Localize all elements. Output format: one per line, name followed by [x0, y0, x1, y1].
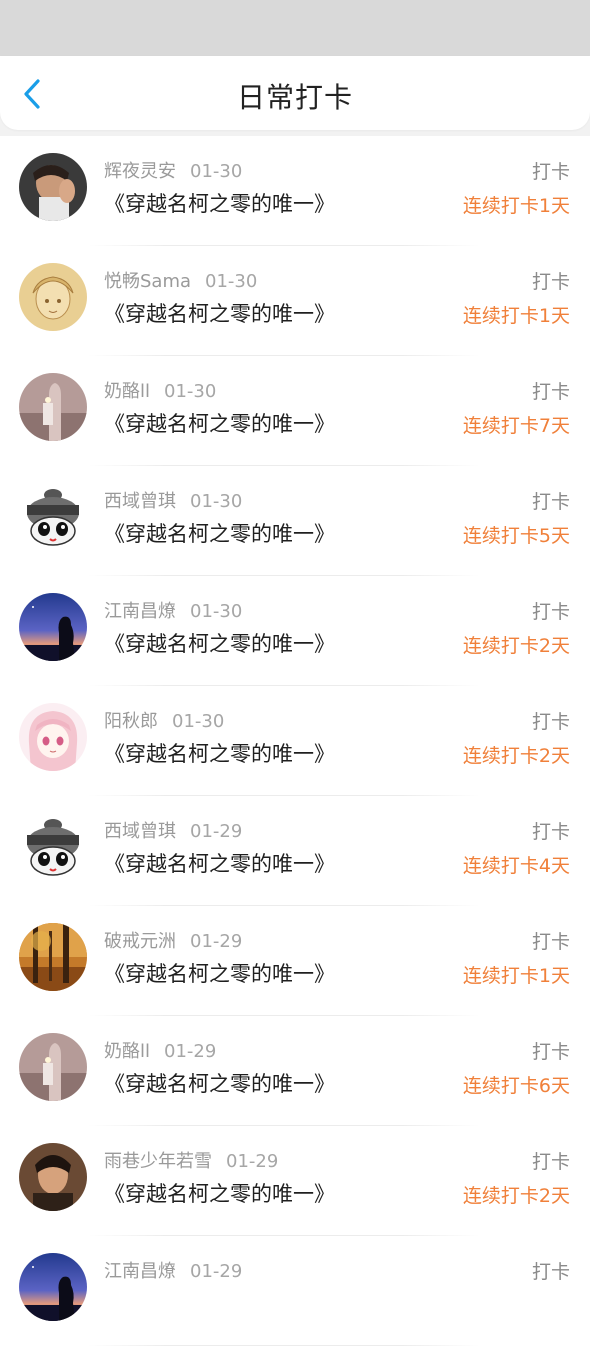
checkin-date: 01-30: [190, 161, 243, 182]
checkin-date: 01-30: [190, 491, 243, 512]
user-meta: 江南昌燎 01-29: [104, 1257, 242, 1283]
username[interactable]: 雨巷少年若雪: [104, 1151, 212, 1172]
book-title[interactable]: 《穿越名柯之零的唯一》: [104, 958, 335, 988]
username[interactable]: 奶酪ll: [104, 1041, 150, 1062]
avatar[interactable]: [19, 483, 87, 551]
checkin-list: 辉夜灵安 01-30 《穿越名柯之零的唯一》 打卡 连续打卡1天 悦畅Sama 01…: [0, 136, 590, 1346]
top-nav-bar: 日常打卡: [0, 56, 590, 130]
checkin-label: 打卡: [531, 271, 570, 293]
streak-label: 连续打卡2天: [462, 635, 570, 657]
book-title[interactable]: 《穿越名柯之零的唯一》: [104, 628, 335, 658]
checkin-list-item[interactable]: 西域曾琪 01-29 《穿越名柯之零的唯一》 打卡 连续打卡4天: [0, 796, 590, 906]
avatar[interactable]: [19, 923, 87, 991]
avatar[interactable]: [19, 1033, 87, 1101]
checkin-list-item[interactable]: 悦畅Sama 01-30 《穿越名柯之零的唯一》 打卡 连续打卡1天: [0, 246, 590, 356]
book-title[interactable]: 《穿越名柯之零的唯一》: [104, 408, 335, 438]
user-meta: 破戒元洲 01-29: [104, 927, 242, 953]
book-title[interactable]: 《穿越名柯之零的唯一》: [104, 188, 335, 218]
checkin-list-item[interactable]: 奶酪ll 01-30 《穿越名柯之零的唯一》 打卡 连续打卡7天: [0, 356, 590, 466]
book-title[interactable]: 《穿越名柯之零的唯一》: [104, 848, 335, 878]
checkin-label: 打卡: [531, 381, 570, 403]
status-bar: [0, 0, 590, 56]
user-meta: 辉夜灵安 01-30: [104, 157, 242, 183]
user-meta: 西域曾琪 01-29: [104, 817, 242, 843]
checkin-list-item[interactable]: 江南昌燎 01-29 打卡: [0, 1236, 590, 1346]
checkin-date: 01-30: [205, 271, 258, 292]
user-meta: 雨巷少年若雪 01-29: [104, 1147, 278, 1173]
username[interactable]: 破戒元洲: [104, 931, 176, 952]
username[interactable]: 江南昌燎: [104, 601, 176, 622]
avatar[interactable]: [19, 153, 87, 221]
checkin-list-item[interactable]: 雨巷少年若雪 01-29 《穿越名柯之零的唯一》 打卡 连续打卡2天: [0, 1126, 590, 1236]
streak-label: 连续打卡5天: [462, 525, 570, 547]
username[interactable]: 江南昌燎: [104, 1261, 176, 1282]
username[interactable]: 西域曾琪: [104, 491, 176, 512]
streak-label: 连续打卡1天: [462, 305, 570, 327]
checkin-label: 打卡: [531, 821, 570, 843]
streak-label: 连续打卡4天: [462, 855, 570, 877]
streak-label: 连续打卡6天: [462, 1075, 570, 1097]
user-meta: 悦畅Sama 01-30: [104, 267, 257, 293]
user-meta: 阳秋郎 01-30: [104, 707, 224, 733]
username[interactable]: 悦畅Sama: [104, 271, 191, 292]
book-title[interactable]: 《穿越名柯之零的唯一》: [104, 738, 335, 768]
checkin-date: 01-29: [190, 821, 243, 842]
checkin-date: 01-30: [172, 711, 225, 732]
streak-label: 连续打卡2天: [462, 1185, 570, 1207]
streak-label: 连续打卡1天: [462, 195, 570, 217]
checkin-list-item[interactable]: 江南昌燎 01-30 《穿越名柯之零的唯一》 打卡 连续打卡2天: [0, 576, 590, 686]
streak-label: 连续打卡1天: [462, 965, 570, 987]
book-title[interactable]: 《穿越名柯之零的唯一》: [104, 1178, 335, 1208]
user-meta: 奶酪ll 01-29: [104, 1037, 216, 1063]
checkin-label: 打卡: [531, 161, 570, 183]
checkin-list-item[interactable]: 辉夜灵安 01-30 《穿越名柯之零的唯一》 打卡 连续打卡1天: [0, 136, 590, 246]
checkin-date: 01-29: [190, 1261, 243, 1282]
user-meta: 西域曾琪 01-30: [104, 487, 242, 513]
avatar[interactable]: [19, 813, 87, 881]
book-title[interactable]: 《穿越名柯之零的唯一》: [104, 298, 335, 328]
username[interactable]: 奶酪ll: [104, 381, 150, 402]
avatar[interactable]: [19, 593, 87, 661]
streak-label: 连续打卡2天: [462, 745, 570, 767]
checkin-date: 01-29: [226, 1151, 279, 1172]
checkin-date: 01-29: [164, 1041, 217, 1062]
avatar[interactable]: [19, 703, 87, 771]
username[interactable]: 阳秋郎: [104, 711, 158, 732]
username[interactable]: 辉夜灵安: [104, 161, 176, 182]
checkin-list-item[interactable]: 破戒元洲 01-29 《穿越名柯之零的唯一》 打卡 连续打卡1天: [0, 906, 590, 1016]
avatar[interactable]: [19, 373, 87, 441]
avatar[interactable]: [19, 1253, 87, 1321]
checkin-label: 打卡: [531, 491, 570, 513]
checkin-list-item[interactable]: 奶酪ll 01-29 《穿越名柯之零的唯一》 打卡 连续打卡6天: [0, 1016, 590, 1126]
checkin-label: 打卡: [531, 601, 570, 623]
username[interactable]: 西域曾琪: [104, 821, 176, 842]
checkin-label: 打卡: [531, 1151, 570, 1173]
streak-label: 连续打卡7天: [462, 415, 570, 437]
checkin-date: 01-30: [164, 381, 217, 402]
checkin-label: 打卡: [531, 1041, 570, 1063]
checkin-date: 01-29: [190, 931, 243, 952]
avatar[interactable]: [19, 263, 87, 331]
checkin-list-item[interactable]: 西域曾琪 01-30 《穿越名柯之零的唯一》 打卡 连续打卡5天: [0, 466, 590, 576]
user-meta: 奶酪ll 01-30: [104, 377, 216, 403]
book-title[interactable]: 《穿越名柯之零的唯一》: [104, 518, 335, 548]
checkin-list-item[interactable]: 阳秋郎 01-30 《穿越名柯之零的唯一》 打卡 连续打卡2天: [0, 686, 590, 796]
checkin-label: 打卡: [531, 931, 570, 953]
checkin-label: 打卡: [531, 711, 570, 733]
checkin-date: 01-30: [190, 601, 243, 622]
book-title[interactable]: 《穿越名柯之零的唯一》: [104, 1068, 335, 1098]
page-title: 日常打卡: [236, 81, 353, 114]
user-meta: 江南昌燎 01-30: [104, 597, 242, 623]
avatar[interactable]: [19, 1143, 87, 1211]
